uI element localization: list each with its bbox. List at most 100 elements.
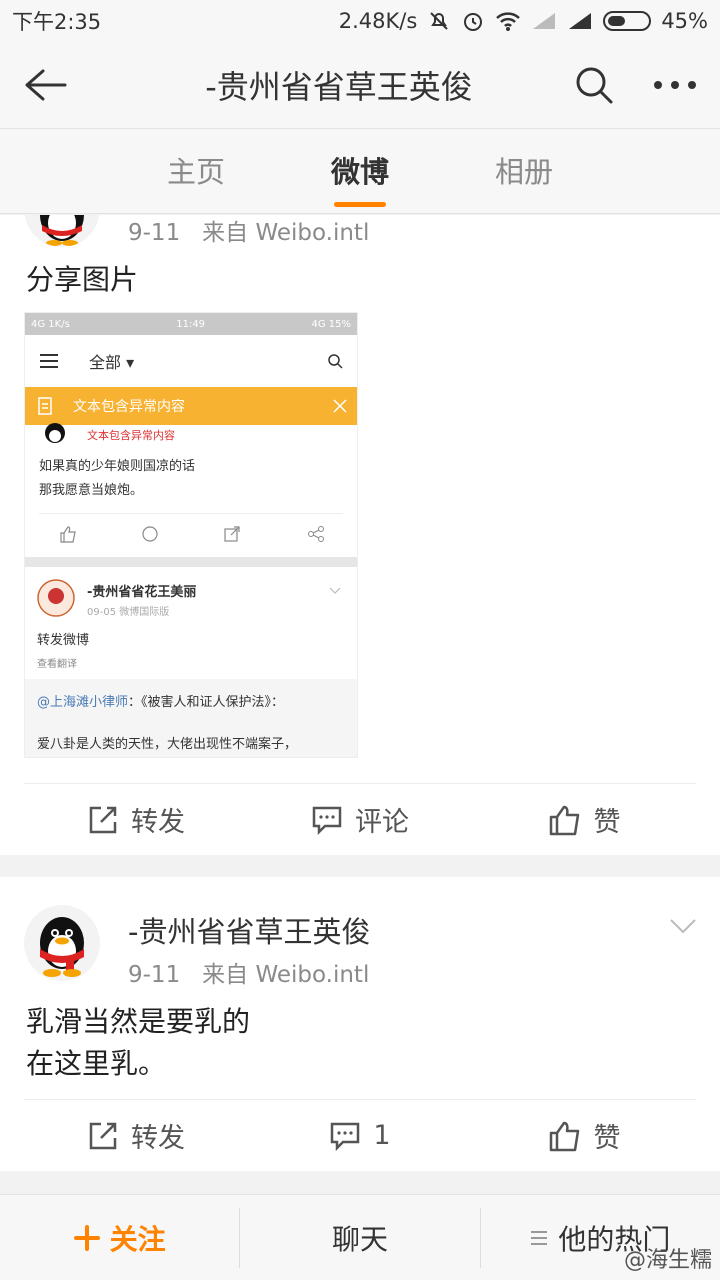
embedded-banner-text: 文本包含异常内容	[73, 399, 185, 415]
post-text: 乳滑当然是要乳的 在这里乳。	[26, 1001, 250, 1085]
search-button[interactable]	[558, 42, 630, 128]
post-source: 来自 Weibo.intl	[202, 962, 370, 988]
repost-label: 转发	[131, 1123, 185, 1154]
comment-icon	[312, 806, 342, 835]
battery-icon	[603, 11, 652, 31]
penguin-avatar-icon	[40, 917, 84, 977]
embedded-status-time: 11:49	[176, 318, 206, 330]
repost-icon	[89, 1122, 117, 1149]
embedded-status-left: 4G 1K/s	[31, 318, 70, 330]
mute-icon	[430, 12, 449, 30]
like-label: 赞	[593, 807, 621, 838]
embedded-quote-line2: 爱八卦是人类的天性，大佬出现性不端案子，	[37, 737, 298, 752]
plus-icon	[73, 1224, 100, 1251]
embedded-comment-icon	[142, 526, 158, 542]
avatar[interactable]	[24, 215, 100, 247]
embedded-user2: -贵州省省花王美丽	[87, 585, 197, 600]
embedded-repost-text: 转发微博	[37, 633, 90, 648]
chat-button[interactable]: 聊天	[239, 1207, 479, 1268]
embedded-chevron-icon	[329, 587, 341, 594]
penguin-avatar-icon	[40, 215, 84, 246]
search-icon	[576, 67, 613, 104]
embedded-header: 全部 ▾	[25, 335, 357, 387]
embedded-text-line2: 那我愿意当娘炮。	[39, 483, 144, 498]
follow-label: 关注	[109, 1222, 166, 1256]
repost-button[interactable]: 转发	[24, 1100, 248, 1171]
thumbs-up-icon	[549, 1121, 579, 1151]
document-icon	[38, 397, 52, 415]
signal-icon-1	[533, 13, 556, 29]
embedded-divider	[39, 513, 343, 514]
post-meta: 9-11 来自 Weibo.intl	[128, 955, 369, 989]
embedded-mention: @上海滩小律师	[37, 695, 129, 710]
embedded-filter-label: 全部 ▾	[89, 353, 135, 372]
repost-label: 转发	[131, 807, 185, 838]
card-pad-left	[0, 783, 24, 855]
embedded-forward-icon	[308, 526, 324, 542]
embedded-text-line1: 如果真的少年娘则国凉的话	[39, 459, 196, 474]
tab-home[interactable]: 主页	[136, 129, 256, 215]
tab-album[interactable]: 相册	[464, 129, 584, 215]
embedded-status-bar: 4G 1K/s 11:49 4G 15%	[25, 313, 357, 335]
comment-label: 评论	[355, 807, 409, 838]
embedded-search-icon	[328, 354, 343, 369]
profile-tabs: 主页 微博 相册	[0, 128, 720, 214]
embedded-penguin-icon	[45, 423, 65, 443]
post-date: 9-11	[128, 962, 181, 988]
tab-weibo[interactable]: 微博	[300, 129, 420, 215]
post-text-line2: 在这里乳。	[26, 1047, 167, 1080]
post-image[interactable]: 4G 1K/s 11:49 4G 15% 全部 ▾ 文本包含异常内容 文本包含异…	[24, 312, 358, 758]
signal-icon-2	[569, 13, 592, 29]
wifi-icon	[496, 12, 521, 31]
network-speed: 2.48K/s	[338, 9, 418, 33]
close-icon	[333, 399, 347, 413]
page-title: -贵州省省草王英俊	[205, 68, 473, 106]
follow-button[interactable]: 关注	[0, 1208, 239, 1268]
status-time: 下午2:35	[12, 10, 102, 34]
post-card-2: -贵州省省草王英俊 9-11 来自 Weibo.intl 乳滑当然是要乳的 在这…	[0, 877, 720, 1171]
alarm-icon	[464, 13, 483, 31]
avatar[interactable]	[24, 905, 100, 981]
comment-count: 1	[373, 1120, 391, 1151]
embedded-quote-line1: @上海滩小律师：《被害人和证人保护法》：	[37, 691, 284, 710]
embedded-translate: 查看翻译	[37, 659, 77, 670]
post-source: 来自 Weibo.intl	[202, 220, 370, 246]
post-text: 分享图片	[26, 263, 139, 296]
embedded-warning-banner: 文本包含异常内容	[25, 387, 357, 425]
thumbs-up-icon	[549, 805, 579, 835]
bottom-bar: 关注 聊天 他的热门	[0, 1194, 720, 1280]
embedded-quote: @上海滩小律师：《被害人和证人保护法》： 爱八卦是人类的天性，大佬出现性不端案子…	[25, 679, 357, 757]
like-label: 赞	[593, 1123, 621, 1154]
comment-icon	[331, 1122, 360, 1151]
embedded-separator	[25, 557, 357, 567]
more-button[interactable]	[630, 42, 720, 128]
post1-actions: 转发 评论 赞	[24, 783, 696, 855]
like-button[interactable]: 赞	[472, 1100, 696, 1171]
chat-label: 聊天	[331, 1222, 388, 1256]
top-bar: -贵州省省草王英俊	[0, 42, 720, 128]
post-username[interactable]: -贵州省省草王英俊	[128, 909, 370, 951]
comment-button[interactable]: 评论	[248, 784, 472, 855]
embedded-quote-rest: ：《被害人和证人保护法》：	[128, 695, 285, 710]
embedded-sub-warning: 文本包含异常内容	[87, 429, 175, 442]
chevron-down-icon[interactable]	[668, 911, 698, 941]
back-button[interactable]	[0, 42, 90, 128]
watermark: @海生糯	[623, 1248, 712, 1273]
comment-button[interactable]: 1	[248, 1100, 472, 1171]
embedded-user2-meta: 09-05 微博国际版	[87, 607, 170, 618]
status-bar: 下午2:35 2.48K/s 45%	[0, 0, 720, 42]
post2-actions: 转发 1 赞	[24, 1099, 696, 1171]
back-arrow-icon	[25, 69, 67, 101]
post-text-line1: 乳滑当然是要乳的	[26, 1005, 251, 1038]
post-meta: 9-11 来自 Weibo.intl	[128, 215, 369, 247]
embedded-share-icon	[224, 526, 240, 542]
embedded-like-icon	[60, 526, 76, 543]
battery-percent: 45%	[661, 9, 708, 33]
repost-button[interactable]: 转发	[24, 784, 248, 855]
embedded-avatar2	[37, 579, 75, 617]
post-date: 9-11	[128, 220, 181, 246]
like-button[interactable]: 赞	[472, 784, 696, 855]
repost-icon	[89, 806, 117, 833]
hamburger-icon	[40, 354, 58, 368]
card-pad-right	[696, 783, 720, 855]
